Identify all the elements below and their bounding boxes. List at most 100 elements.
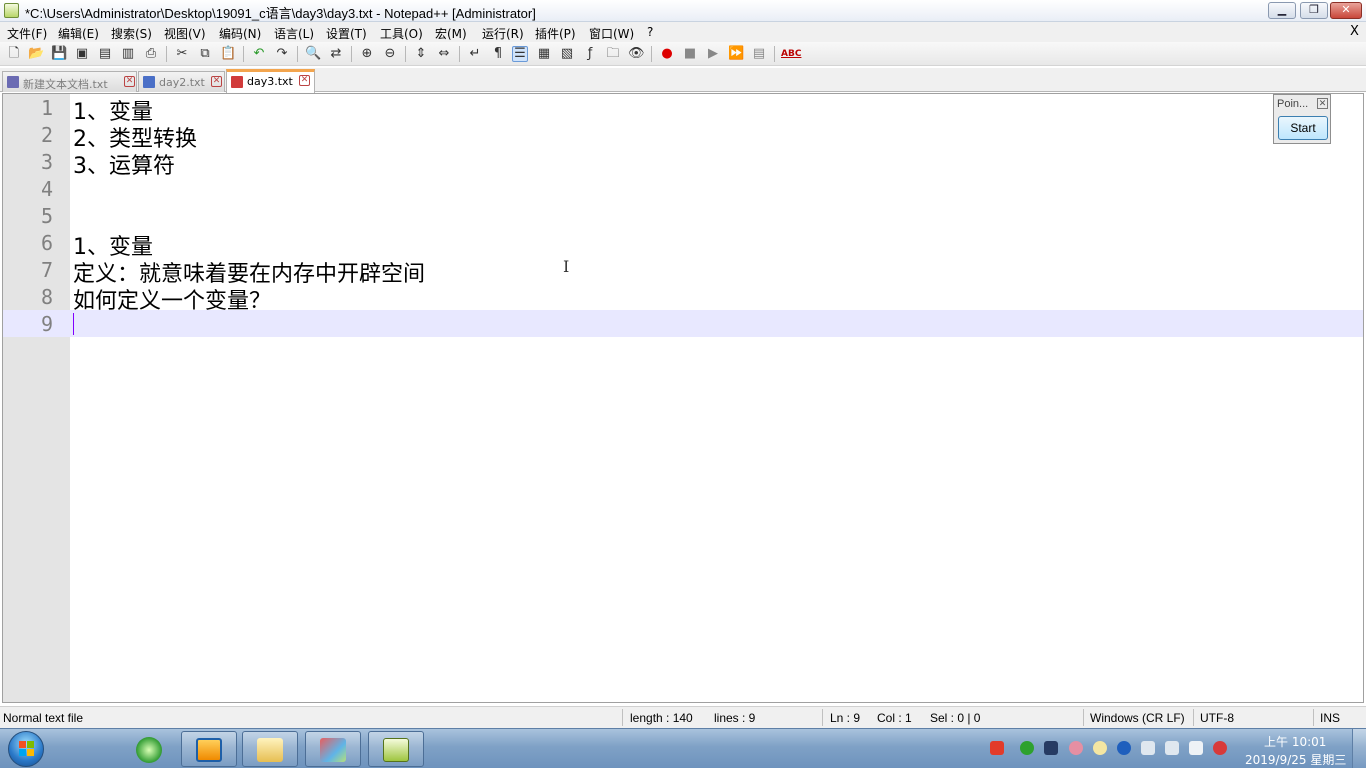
line-number: 8 [40, 285, 53, 309]
tab-close-icon[interactable]: ✕ [124, 76, 135, 87]
plugin-panel-title: Poin... [1277, 98, 1309, 110]
zoom-out-icon[interactable]: ⊖ [382, 46, 398, 62]
menu-view[interactable]: 视图(V) [164, 25, 206, 42]
status-separator [1313, 709, 1314, 726]
document-tab-bar: 新建文本文档.txt ✕ day2.txt ✕ day3.txt ✕ [0, 68, 1366, 93]
close-document-button[interactable]: X [1350, 24, 1359, 39]
toolbar-separator [651, 46, 652, 62]
usb-icon[interactable] [1141, 741, 1155, 755]
ie-icon[interactable] [122, 731, 178, 767]
explorer-icon[interactable] [242, 731, 298, 767]
start-button[interactable]: Start [1278, 116, 1328, 140]
status-eol[interactable]: Windows (CR LF) [1090, 711, 1185, 725]
menu-bar: 文件(F) 编辑(E) 搜索(S) 视图(V) 编码(N) 语言(L) 设置(T… [0, 22, 1366, 42]
close-window-button[interactable]: ✕ [1330, 2, 1362, 19]
dots-icon[interactable] [1213, 741, 1227, 755]
status-separator [822, 709, 823, 726]
cut-icon[interactable]: ✂ [174, 46, 190, 62]
notepadpp-icon[interactable] [368, 731, 424, 767]
window-title: *C:\Users\Administrator\Desktop\19091_c语… [25, 6, 536, 21]
sogou-input-icon[interactable] [990, 741, 1004, 755]
menu-help[interactable]: ? [647, 25, 653, 39]
save-icon[interactable]: 💾 [51, 46, 67, 62]
find-icon[interactable]: 🔍 [305, 46, 321, 62]
wrap-icon[interactable]: ↵ [467, 46, 483, 62]
menu-search[interactable]: 搜索(S) [111, 25, 152, 42]
tab-label: 新建文本文档.txt [23, 78, 108, 91]
show-desktop-button[interactable] [1352, 729, 1366, 768]
replace-icon[interactable]: ⇄ [328, 46, 344, 62]
cloud-icon[interactable] [1093, 741, 1107, 755]
status-encoding[interactable]: UTF-8 [1200, 711, 1234, 725]
show-all-chars-icon[interactable]: ¶ [490, 46, 506, 62]
menu-plugins[interactable]: 插件(P) [535, 25, 576, 42]
unsaved-file-icon [231, 76, 243, 88]
run-macro-multiple-icon[interactable]: ⏩ [728, 46, 744, 62]
doc-map-icon[interactable]: ▧ [559, 46, 575, 62]
tab-day2[interactable]: day2.txt ✕ [138, 71, 225, 92]
plugin-panel-close-icon[interactable]: ✕ [1317, 98, 1328, 109]
menu-run[interactable]: 运行(R) [482, 25, 524, 42]
sync-v-icon[interactable]: ⇕ [413, 46, 429, 62]
bluetooth-icon[interactable] [1117, 741, 1131, 755]
tab-new-text-document[interactable]: 新建文本文档.txt ✕ [2, 71, 137, 92]
udl-icon[interactable]: ▦ [536, 46, 552, 62]
line-number: 5 [40, 204, 53, 228]
notepadpp-glyph [383, 738, 409, 762]
redo-icon[interactable]: ↷ [274, 46, 290, 62]
line-number: 4 [40, 177, 53, 201]
flower-icon[interactable] [1069, 741, 1083, 755]
play-macro-icon[interactable]: ▶ [705, 46, 721, 62]
clock-time[interactable]: 上午 10:01 [1264, 733, 1326, 750]
tab-close-icon[interactable]: ✕ [211, 76, 222, 87]
folder-workspace-icon[interactable]: 🗀 [605, 46, 621, 62]
undo-icon[interactable]: ↶ [251, 46, 267, 62]
clock-date[interactable]: 2019/9/25 星期三 [1245, 751, 1346, 768]
tab-day3[interactable]: day3.txt ✕ [226, 69, 315, 93]
zoom-in-icon[interactable]: ⊕ [359, 46, 375, 62]
toolbar-separator [243, 46, 244, 62]
close-all-icon[interactable]: ▥ [120, 46, 136, 62]
toolbar-separator [459, 46, 460, 62]
menu-language[interactable]: 语言(L) [274, 25, 314, 42]
text-editor[interactable]: 1 1、变量 2 2、类型转换 3 3、运算符 4 5 6 1、变量 7 定义：… [2, 93, 1364, 703]
menu-macro[interactable]: 宏(M) [435, 25, 467, 42]
line-number: 7 [40, 258, 53, 282]
save-macro-icon[interactable]: ▤ [751, 46, 767, 62]
line-number: 6 [40, 231, 53, 255]
open-file-icon[interactable]: 📂 [28, 46, 44, 62]
menu-edit[interactable]: 编辑(E) [58, 25, 99, 42]
minimize-button[interactable]: ▁ [1268, 2, 1296, 19]
volume-muted-icon[interactable] [1189, 741, 1203, 755]
notepadpp-app-icon[interactable] [4, 3, 19, 18]
menu-file[interactable]: 文件(F) [7, 25, 47, 42]
copy-icon[interactable]: ⧉ [197, 46, 213, 62]
close-icon[interactable]: ▤ [97, 46, 113, 62]
menu-encoding[interactable]: 编码(N) [219, 25, 261, 42]
new-file-icon[interactable]: 🗋 [6, 46, 22, 62]
network-icon[interactable] [1165, 741, 1179, 755]
spell-check-icon[interactable]: ABC [781, 46, 801, 62]
360-icon[interactable] [1020, 741, 1034, 755]
save-all-icon[interactable]: ▣ [74, 46, 90, 62]
tab-close-icon[interactable]: ✕ [299, 75, 310, 86]
outlook-icon[interactable] [181, 731, 237, 767]
print-icon[interactable]: ⎙ [143, 46, 159, 62]
record-macro-icon[interactable]: ● [659, 46, 675, 62]
menu-window[interactable]: 窗口(W) [589, 25, 634, 42]
indent-guide-icon[interactable]: ☰ [512, 46, 528, 62]
function-list-icon[interactable]: ƒ [582, 46, 598, 62]
menu-tools[interactable]: 工具(O) [380, 25, 423, 42]
monitor-icon[interactable]: 👁 [628, 46, 645, 62]
editor-line: 6 1、变量 [3, 229, 1363, 260]
sync-h-icon[interactable]: ⇔ [436, 46, 452, 62]
stop-macro-icon[interactable]: ■ [682, 46, 698, 62]
status-ln: Ln : 9 [830, 711, 861, 725]
status-insert-mode[interactable]: INS [1320, 711, 1340, 725]
start-button[interactable] [8, 731, 44, 767]
app-tray-icon[interactable] [1044, 741, 1058, 755]
paste-icon[interactable]: 📋 [220, 46, 236, 62]
restore-button[interactable]: ❐ [1300, 2, 1328, 19]
menu-settings[interactable]: 设置(T) [326, 25, 367, 42]
paint-icon[interactable] [305, 731, 361, 767]
